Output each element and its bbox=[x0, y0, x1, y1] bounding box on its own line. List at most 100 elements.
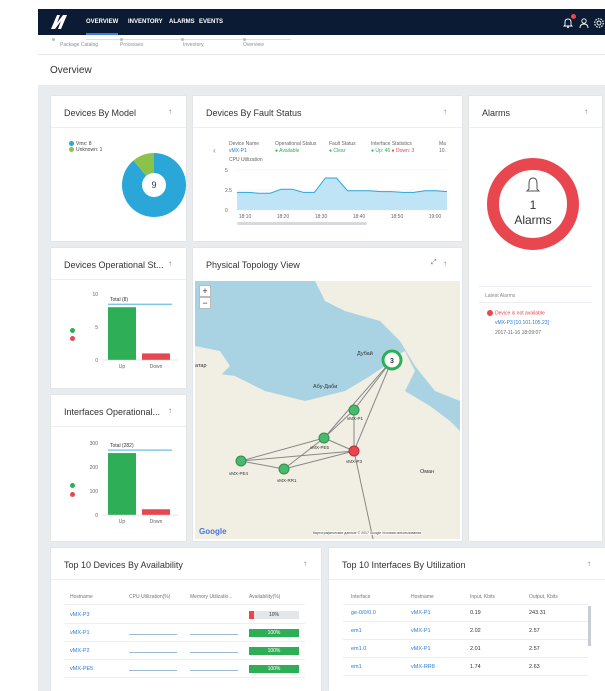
alarm-timestamp: 2017-11-16 18:09:07 bbox=[495, 330, 542, 336]
row-hostname-link[interactable]: vMX-P2 bbox=[70, 648, 90, 654]
node-label-vmx-rr1: vMX-RR1 bbox=[277, 478, 297, 483]
breadcrumb-package-catalog[interactable]: Package Catalog bbox=[60, 42, 98, 48]
nav-overview[interactable]: OVERVIEW bbox=[86, 9, 119, 35]
ytick-label: 0 bbox=[95, 358, 98, 364]
col-cpu-utilization[interactable]: CPU Utilization(%) bbox=[129, 594, 170, 600]
bar-up[interactable] bbox=[108, 453, 136, 515]
user-icon[interactable] bbox=[578, 16, 590, 29]
card-title: Devices By Fault Status bbox=[206, 108, 302, 118]
breadcrumb-processes[interactable]: Processes bbox=[120, 42, 143, 48]
pin-icon[interactable]: ↑ bbox=[168, 259, 172, 268]
availability-bar: 10% bbox=[249, 611, 299, 619]
col-hostname[interactable]: Hostname bbox=[411, 594, 434, 600]
pin-icon[interactable]: ↑ bbox=[168, 107, 172, 116]
col-availability[interactable]: Availability(%) bbox=[249, 594, 280, 600]
row-divider bbox=[343, 675, 588, 676]
node-label-vmx-pe4: vMX-PE4 bbox=[229, 471, 249, 476]
col-input[interactable]: Input, Kbits bbox=[470, 594, 495, 600]
col-hostname[interactable]: Hostname bbox=[70, 594, 93, 600]
pin-icon[interactable]: ↑ bbox=[303, 559, 307, 568]
alarm-bell-icon bbox=[525, 177, 541, 192]
alarm-message[interactable]: Device is not available bbox=[487, 310, 545, 316]
bar-down[interactable] bbox=[142, 509, 170, 515]
bar-down[interactable] bbox=[142, 353, 170, 360]
card-divider bbox=[51, 127, 186, 128]
row-interface-link[interactable]: em1 bbox=[351, 664, 362, 670]
map-place-abu-dhabi: Абу-Даби bbox=[313, 384, 338, 390]
xtick-label: Down bbox=[150, 519, 163, 525]
app-logo-icon[interactable] bbox=[50, 14, 68, 30]
topology-node-vmx-rr1[interactable] bbox=[278, 463, 290, 475]
expand-icon[interactable]: ⤢ bbox=[431, 259, 437, 267]
nav-alarms[interactable]: ALARMS bbox=[169, 9, 195, 35]
legend-up-dot bbox=[70, 328, 75, 333]
pin-icon[interactable]: ↑ bbox=[587, 559, 591, 568]
row-hostname-link[interactable]: vMX-P3 bbox=[70, 612, 90, 618]
cpu-ytick-label: 5 bbox=[225, 168, 228, 174]
row-interface-link[interactable]: em1.0 bbox=[351, 646, 366, 652]
chevron-left-icon[interactable]: ‹ bbox=[213, 146, 216, 155]
row-interface-link[interactable]: em1 bbox=[351, 628, 362, 634]
topology-node-vmx-pe4[interactable] bbox=[235, 455, 247, 467]
bar-up[interactable] bbox=[108, 307, 136, 360]
row-divider bbox=[65, 677, 305, 678]
xtick-label: Down bbox=[150, 364, 163, 370]
col-memory-utilization[interactable]: Memory Utilizatio... bbox=[190, 594, 233, 600]
node-label-vmx-p3: vMX-P3 bbox=[346, 459, 363, 464]
devices-operational-card: Devices Operational St... ↑ 10 5 0 Up Down To… bbox=[51, 248, 186, 388]
topology-node-vmx-p3[interactable] bbox=[348, 445, 360, 457]
col-operational-status: Operational Status bbox=[275, 141, 317, 147]
pin-icon[interactable]: ↑ bbox=[443, 259, 447, 268]
row-hostname-link[interactable]: vMX-PE5 bbox=[70, 666, 93, 672]
notifications-bell-icon[interactable] bbox=[562, 14, 576, 29]
card-divider bbox=[51, 579, 321, 580]
row-hostname-link[interactable]: vMX-P1 bbox=[411, 646, 431, 652]
pin-icon[interactable]: ↑ bbox=[168, 406, 172, 415]
ytick-label: 5 bbox=[95, 325, 98, 331]
latest-alarms-heading: Latest Alarms bbox=[485, 293, 516, 299]
pin-icon[interactable]: ↑ bbox=[584, 107, 588, 116]
alarm-device-link[interactable]: vMX-P3 [10.101.105.23] bbox=[495, 320, 549, 326]
availability-fill bbox=[249, 611, 254, 619]
breadcrumb-inventory[interactable]: Inventory bbox=[183, 42, 204, 48]
map-place-oman: Оман bbox=[420, 469, 435, 475]
row-hostname-link[interactable]: vMX-P1 bbox=[411, 628, 431, 634]
pin-icon[interactable]: ↑ bbox=[443, 107, 447, 116]
cluster-count: 3 bbox=[390, 358, 394, 365]
fault-value-text: Clear bbox=[333, 148, 346, 154]
fault-device-link[interactable]: vMX-P1 bbox=[229, 148, 247, 154]
map-zoom-out-button[interactable]: − bbox=[199, 297, 211, 309]
ytick-label: 10 bbox=[92, 292, 98, 298]
dashboard-content: Devices By Model ↑ Vmx: 8 Unknown: 1 9 D… bbox=[38, 85, 605, 691]
col-interface[interactable]: Interface bbox=[351, 594, 370, 600]
row-divider bbox=[343, 621, 588, 622]
card-divider bbox=[193, 127, 462, 128]
row-output-value: 2.63 bbox=[529, 664, 540, 670]
map-zoom-in-button[interactable]: + bbox=[199, 285, 211, 297]
nav-inventory[interactable]: INVENTORY bbox=[128, 9, 163, 35]
col-output[interactable]: Output, Kbits bbox=[529, 594, 558, 600]
topology-node-vmx-pe5[interactable] bbox=[318, 432, 330, 444]
row-hostname-link[interactable]: vMX-RR8 bbox=[411, 664, 435, 670]
map-place-qatar: атар bbox=[195, 363, 207, 369]
col-device-name: Device Name bbox=[229, 141, 260, 147]
legend-down-dot bbox=[70, 492, 75, 497]
alarms-card: Alarms ↑ 1 Alarms Latest Alarms Device i… bbox=[469, 96, 602, 541]
row-hostname-link[interactable]: vMX-P1 bbox=[70, 630, 90, 636]
row-interface-link[interactable]: ge-0/0/0.0 bbox=[351, 610, 376, 616]
legend-item-unknown: Unknown: 1 bbox=[69, 147, 102, 153]
notification-badge bbox=[571, 14, 576, 19]
settings-gear-icon[interactable] bbox=[593, 16, 605, 28]
cpu-xtick-label: 18:10 bbox=[239, 214, 252, 220]
row-hostname-link[interactable]: vMX-P1 bbox=[411, 610, 431, 616]
cpu-chart-scrollbar[interactable] bbox=[237, 222, 367, 225]
nav-events[interactable]: EVENTS bbox=[199, 9, 223, 35]
availability-card: Top 10 Devices By Availability ↑ Hostnam… bbox=[51, 548, 321, 691]
alarms-divider bbox=[479, 302, 592, 303]
topology-node-vmx-p1[interactable] bbox=[348, 404, 360, 416]
map-attribution[interactable]: Картографические данные © 2017 Google Ус… bbox=[313, 531, 421, 535]
breadcrumb-overview[interactable]: Overview bbox=[243, 42, 264, 48]
table-scrollbar[interactable] bbox=[588, 606, 591, 646]
topology-map[interactable]: 3 vMX-PE4 vMX-RR1 vMX-PE5 vMX-P1 vMX-P3 … bbox=[195, 281, 460, 539]
alarm-count: 1 bbox=[530, 198, 537, 212]
